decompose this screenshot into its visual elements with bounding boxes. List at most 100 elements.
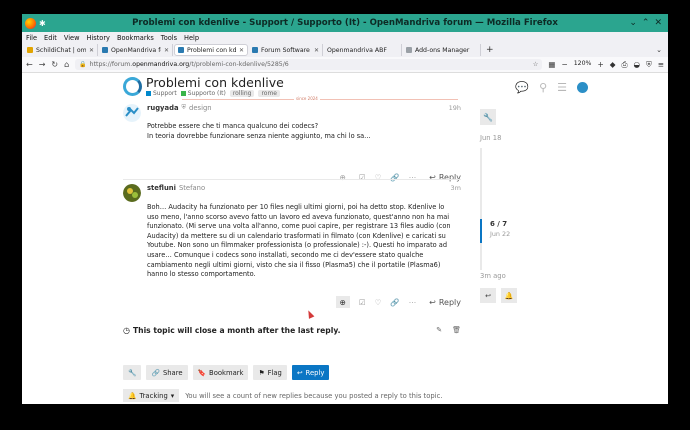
category-supporto-it[interactable]: Supporto (It) — [180, 90, 226, 97]
puzzle-piece-icon — [406, 47, 412, 53]
clock-icon: ◷ — [123, 325, 130, 335]
back-icon[interactable]: ← — [26, 60, 33, 69]
timeline-notification-button[interactable]: 🔔 — [501, 288, 517, 303]
menu-bookmarks[interactable]: Bookmarks — [117, 34, 154, 42]
timeline-handle[interactable] — [480, 219, 482, 243]
topic-timeline: 🔧 Jun 18 6 / 7 Jun 22 3m ago ↩ 🔔 — [480, 14, 560, 404]
post-separator — [123, 179, 461, 180]
copy-link-icon[interactable]: 🔗 — [390, 298, 399, 307]
tab-openmandriva-forum[interactable]: OpenMandriva forum ✕ — [99, 44, 173, 56]
tab-openmandriva-abf[interactable]: Openmandriva ABF — [324, 44, 402, 56]
like-heart-icon[interactable]: ♡ — [375, 298, 382, 307]
tab-forum-software[interactable]: Forum Software - Oth ✕ — [249, 44, 323, 56]
pocket-icon[interactable]: ◒ — [634, 60, 641, 70]
more-actions-icon[interactable]: ⋯ — [409, 173, 417, 182]
menu-tools[interactable]: Tools — [161, 34, 177, 42]
discourse-header: Problemi con kdenlive Support Supporto (… — [22, 73, 668, 101]
time-gap-divider: since 2024 — [182, 96, 458, 102]
topic-footer-buttons: 🔧 🔗 Share 🔖 Bookmark ⚑ Flag ↩ Reply — [123, 365, 330, 380]
delete-trash-icon[interactable]: 🗑 — [452, 326, 461, 334]
topic-reply-button[interactable]: ↩ Reply — [291, 365, 330, 380]
like-heart-icon[interactable]: ♡ — [375, 173, 382, 182]
notification-tracking: 🔔 Tracking ▾ You will see a count of new… — [123, 389, 442, 402]
app-menu-icon[interactable]: ≡ — [658, 60, 664, 70]
wrench-icon: 🔧 — [483, 112, 493, 122]
bell-icon: 🔔 — [128, 391, 137, 400]
post-age[interactable]: 3m — [451, 184, 461, 192]
openmandriva-logo-icon[interactable] — [123, 77, 142, 96]
lock-icon[interactable]: 🔒 — [79, 61, 86, 68]
schildichat-favicon-icon — [27, 47, 33, 53]
solution-checkbox-icon[interactable]: ☑ — [359, 173, 366, 182]
url-bar[interactable]: 🔒 https://forum.openmandriva.org/t/probl… — [75, 59, 543, 70]
openmandriva-favicon-icon — [102, 47, 108, 53]
post-age[interactable]: 19h — [449, 104, 461, 112]
reply-button[interactable]: ↩ Reply — [429, 173, 461, 182]
zoom-out-icon[interactable]: − — [561, 60, 567, 70]
tab-addons-manager[interactable]: Add-ons Manager — [403, 44, 481, 56]
edit-pencil-icon[interactable]: ✎ — [436, 326, 442, 334]
mouse-cursor-icon — [305, 309, 315, 319]
more-actions-icon[interactable]: ⋯ — [409, 298, 417, 307]
close-tab-icon[interactable]: ✕ — [164, 47, 169, 54]
reply-arrow-icon: ↩ — [485, 291, 491, 300]
close-tab-icon[interactable]: ✕ — [239, 47, 244, 54]
menu-file[interactable]: File — [26, 34, 37, 42]
tag-rolling[interactable]: rolling — [229, 90, 255, 97]
copy-link-icon[interactable]: 🔗 — [390, 173, 399, 182]
reply-arrow-icon: ↩ — [429, 172, 436, 182]
close-tab-icon[interactable]: ✕ — [89, 47, 94, 54]
zoom-level[interactable]: 120% — [574, 60, 592, 70]
user-title: design — [189, 104, 212, 112]
solution-checkbox-icon[interactable]: ☑ — [359, 298, 366, 307]
tracking-dropdown[interactable]: 🔔 Tracking ▾ — [123, 389, 180, 402]
minimize-button[interactable]: ⌄ — [629, 18, 637, 28]
tracking-description: You will see a count of new replies beca… — [185, 391, 443, 400]
menu-view[interactable]: View — [64, 34, 80, 42]
timeline-last-activity[interactable]: 3m ago — [480, 272, 506, 280]
topic-categories: Support Supporto (It) rolling rome — [146, 90, 280, 97]
post-username[interactable]: stefluni — [147, 184, 176, 192]
flag-button[interactable]: ⚑ Flag — [253, 365, 287, 380]
menu-edit[interactable]: Edit — [44, 34, 57, 42]
zoom-in-icon[interactable]: + — [597, 60, 603, 70]
openmandriva-favicon-icon — [252, 47, 258, 53]
reply-button[interactable]: ↩ Reply — [429, 298, 461, 307]
admin-wrench-button[interactable]: 🔧 — [123, 365, 142, 380]
timeline-position-date: Jun 22 — [490, 230, 511, 238]
bookmark-button[interactable]: 🔖 Bookmark — [192, 365, 249, 380]
shield-extension-icon[interactable]: ⛨ — [646, 60, 652, 70]
reload-icon[interactable]: ↻ — [51, 60, 58, 69]
maximize-button[interactable]: ⌃ — [642, 18, 650, 28]
navigation-bar: ← → ↻ ⌂ 🔒 https://forum.openmandriva.org… — [22, 57, 668, 73]
home-icon[interactable]: ⌂ — [64, 60, 69, 69]
tag-rome[interactable]: rome — [258, 90, 280, 97]
post-rugyada: rugyada ⛨ design 19h Potrebbe essere che… — [123, 104, 461, 182]
close-window-button[interactable]: ✕ — [654, 18, 662, 28]
timeline-scrollarea[interactable] — [480, 148, 482, 270]
stefluni-avatar[interactable] — [123, 184, 141, 202]
user-avatar[interactable] — [577, 82, 588, 93]
translate-globe-icon[interactable]: ⊕ — [335, 296, 350, 308]
tab-schildichat[interactable]: SchildiChat | om-dev ✕ — [24, 44, 98, 56]
translate-globe-icon[interactable]: ⊕ — [336, 171, 350, 183]
wrench-icon: 🔧 — [128, 368, 137, 377]
bookmark-icon: 🔖 — [197, 368, 207, 377]
topic-title[interactable]: Problemi con kdenlive — [146, 75, 284, 90]
timeline-reply-button[interactable]: ↩ — [480, 288, 496, 303]
share-button[interactable]: 🔗 Share — [146, 365, 188, 380]
close-tab-icon[interactable]: ✕ — [314, 47, 319, 54]
timeline-start-date[interactable]: Jun 18 — [480, 134, 501, 142]
topic-close-notice: ◷ This topic will close a month after th… — [123, 325, 461, 335]
list-all-tabs-icon[interactable]: ⌄ — [652, 46, 668, 54]
menu-help[interactable]: Help — [184, 34, 199, 42]
print-icon[interactable]: ⎙ — [622, 60, 628, 70]
rugyada-avatar[interactable] — [123, 104, 141, 122]
category-support[interactable]: Support — [146, 90, 177, 97]
forward-icon[interactable]: → — [39, 60, 46, 69]
menu-history[interactable]: History — [86, 34, 109, 42]
post-username[interactable]: rugyada — [147, 104, 179, 112]
extension-icon[interactable]: ◆ — [610, 60, 616, 70]
timeline-wrench-button[interactable]: 🔧 — [480, 109, 496, 125]
tab-problemi-con-kdenlive[interactable]: Problemi con kdenlive ✕ — [174, 44, 248, 56]
